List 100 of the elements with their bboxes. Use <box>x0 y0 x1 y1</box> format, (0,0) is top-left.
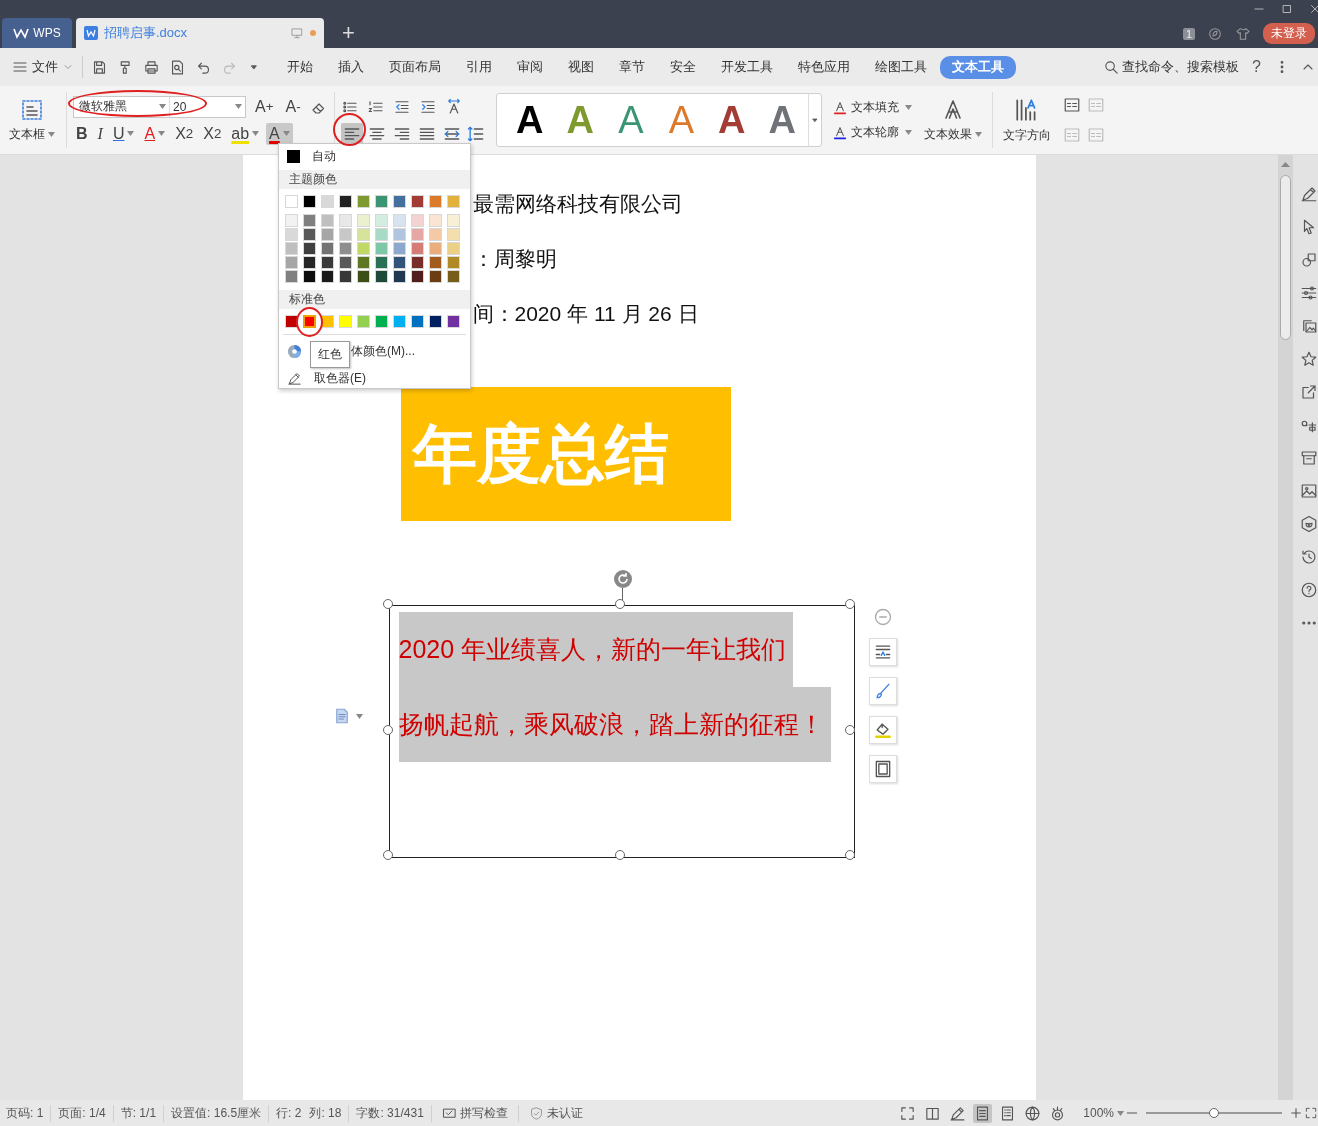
print-icon[interactable] <box>143 58 160 76</box>
italic-button[interactable]: I <box>94 122 106 145</box>
color-swatch[interactable] <box>321 256 334 269</box>
ribbon-tab[interactable]: 开发工具 <box>709 55 785 79</box>
color-swatch[interactable] <box>303 228 316 241</box>
pen-icon[interactable] <box>1300 185 1318 203</box>
zoom-slider-thumb[interactable] <box>1209 1108 1219 1118</box>
ribbon-tab[interactable]: 开始 <box>275 55 325 79</box>
color-swatch[interactable] <box>357 256 370 269</box>
color-swatch[interactable] <box>321 214 334 227</box>
shirt-icon[interactable] <box>1235 25 1251 42</box>
help-button[interactable]: ? <box>1249 58 1264 76</box>
color-swatch[interactable] <box>375 315 388 328</box>
color-swatch[interactable] <box>303 214 316 227</box>
color-swatch[interactable] <box>303 195 316 208</box>
bold-button[interactable]: B <box>73 122 91 145</box>
text-style-preset[interactable]: A <box>757 98 808 142</box>
color-swatch[interactable] <box>357 270 370 283</box>
fit-window-icon[interactable] <box>1304 1106 1318 1120</box>
certification-button[interactable]: 未认证 <box>518 1104 593 1122</box>
color-swatch[interactable] <box>411 214 424 227</box>
textbox-button[interactable]: 文本框 <box>5 97 59 143</box>
page-view-button[interactable] <box>973 1103 993 1123</box>
color-swatch[interactable] <box>393 242 406 255</box>
text-direction-button[interactable]: 文字方向 <box>998 96 1055 144</box>
color-swatch[interactable] <box>339 195 352 208</box>
text-style-preset[interactable]: A <box>605 98 657 142</box>
resize-handle[interactable] <box>382 850 393 860</box>
save-icon[interactable] <box>91 58 108 76</box>
color-swatch[interactable] <box>447 214 460 227</box>
color-swatch[interactable] <box>339 256 352 269</box>
color-swatch[interactable] <box>285 242 298 255</box>
globe-button[interactable] <box>1023 1103 1043 1123</box>
color-swatch[interactable] <box>375 214 388 227</box>
color-swatch[interactable] <box>429 270 442 283</box>
shapes-icon[interactable] <box>1300 251 1318 269</box>
zoom-in-icon[interactable] <box>1288 1105 1304 1121</box>
color-swatch[interactable] <box>447 315 460 328</box>
color-swatch[interactable] <box>375 256 388 269</box>
collapse-tools-icon[interactable] <box>872 607 893 627</box>
color-swatch[interactable] <box>321 228 334 241</box>
color-swatch[interactable] <box>375 228 388 241</box>
archive-icon[interactable] <box>1300 449 1318 467</box>
text-style-preset[interactable]: A <box>504 98 556 142</box>
ribbon-tab[interactable]: 章节 <box>607 55 657 79</box>
strike-button[interactable]: A <box>141 122 169 145</box>
color-swatch[interactable] <box>285 195 298 208</box>
spellcheck-button[interactable]: 拼写检查 <box>431 1104 519 1122</box>
color-swatch[interactable] <box>411 270 424 283</box>
color-swatch[interactable] <box>357 242 370 255</box>
font-name-field[interactable]: 微软雅黑 <box>74 96 170 117</box>
color-swatch[interactable] <box>393 228 406 241</box>
text-style-preset[interactable]: A <box>706 98 758 142</box>
color-button[interactable]: A <box>266 122 293 145</box>
color-swatch[interactable] <box>339 228 352 241</box>
ribbon-tab[interactable]: 引用 <box>454 55 504 79</box>
image-stack-icon[interactable] <box>1300 317 1318 335</box>
print-preview-icon[interactable] <box>169 58 186 76</box>
text-wrap-button[interactable] <box>868 638 897 666</box>
ribbon-tab[interactable]: 审阅 <box>505 55 555 79</box>
color-swatch[interactable] <box>447 256 460 269</box>
scroll-up-icon[interactable] <box>1281 161 1290 167</box>
color-swatch[interactable] <box>411 315 424 328</box>
automatic-color-item[interactable]: 自动 <box>279 144 470 169</box>
color-swatch[interactable] <box>429 214 442 227</box>
color-swatch[interactable] <box>339 315 352 328</box>
resize-handle[interactable] <box>382 725 393 735</box>
color-swatch[interactable] <box>303 315 316 328</box>
underline-button[interactable]: U <box>109 122 138 145</box>
ribbon-tab[interactable]: 页面布局 <box>377 55 453 79</box>
history-icon[interactable] <box>1300 548 1318 566</box>
color-swatch[interactable] <box>285 214 298 227</box>
zoom-level[interactable]: 100% <box>1083 1106 1124 1120</box>
color-swatch[interactable] <box>411 242 424 255</box>
resize-handle[interactable] <box>614 850 625 860</box>
color-swatch[interactable] <box>393 270 406 283</box>
color-swatch[interactable] <box>429 315 442 328</box>
resize-handle[interactable] <box>614 599 625 609</box>
hexagon-icon[interactable] <box>1300 515 1318 533</box>
image-icon[interactable] <box>1300 482 1318 500</box>
color-swatch[interactable] <box>447 270 460 283</box>
text-effect-button[interactable]: 文本效果 <box>919 97 986 143</box>
color-swatch[interactable] <box>339 270 352 283</box>
color-swatch[interactable] <box>393 256 406 269</box>
app-tab[interactable]: WPS <box>2 18 72 48</box>
ribbon-tab[interactable]: 特色应用 <box>786 55 862 79</box>
color-swatch[interactable] <box>375 270 388 283</box>
border-button[interactable] <box>868 755 897 783</box>
sliders-icon[interactable] <box>1300 284 1318 302</box>
color-swatch[interactable] <box>429 242 442 255</box>
file-menu[interactable]: 文件 <box>12 58 74 76</box>
color-swatch[interactable] <box>303 256 316 269</box>
link-textbox-icon[interactable] <box>1062 96 1081 114</box>
color-swatch[interactable] <box>375 195 388 208</box>
font-size-field[interactable]: 20 <box>170 99 245 114</box>
color-swatch[interactable] <box>447 242 460 255</box>
color-swatch[interactable] <box>357 228 370 241</box>
help-icon[interactable] <box>1300 581 1318 599</box>
color-swatch[interactable] <box>411 195 424 208</box>
highlight-button[interactable]: ab <box>228 122 263 145</box>
